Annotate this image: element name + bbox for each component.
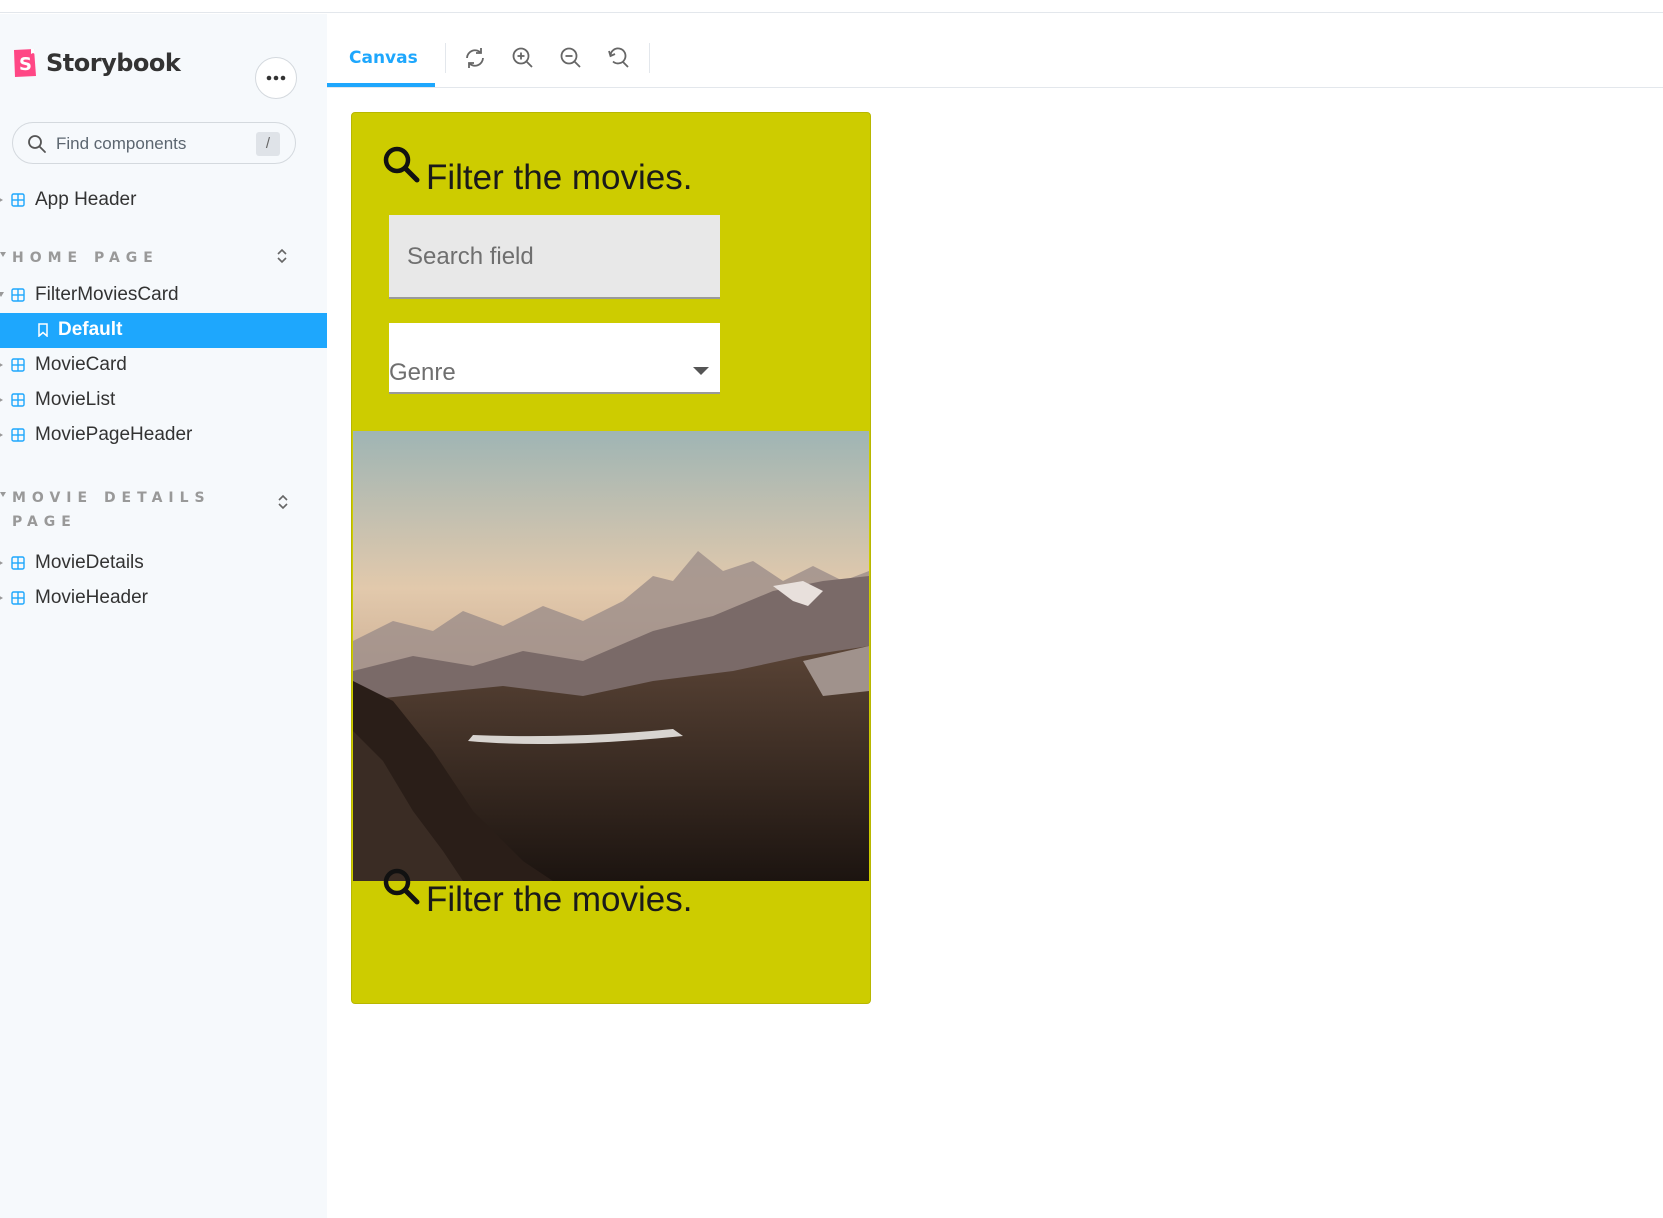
component-icon <box>11 193 25 207</box>
zoom-in-icon[interactable] <box>510 45 536 71</box>
search-placeholder: Find components <box>56 134 187 153</box>
section-heading-home-page[interactable]: HOME PAGE <box>12 246 159 270</box>
dropdown-arrow-icon <box>693 367 709 375</box>
tab-canvas[interactable]: Canvas <box>327 28 435 88</box>
search-icon <box>28 135 46 153</box>
storybook-logo-icon: S <box>14 49 36 77</box>
genre-select-label: Genre <box>389 359 456 386</box>
sidebar-story-default[interactable]: Default <box>0 313 327 348</box>
app-name: Storybook <box>46 49 181 77</box>
sidebar-item-label: FilterMoviesCard <box>35 284 179 305</box>
search-field[interactable]: Search field <box>389 215 720 299</box>
search-icon <box>383 146 420 183</box>
expand-collapse-icon[interactable] <box>276 492 290 512</box>
search-input[interactable]: Find components / <box>12 122 296 164</box>
sidebar: S Storybook Find components / App Header… <box>0 14 327 1218</box>
component-icon <box>11 591 25 605</box>
toolbar-divider <box>649 43 650 73</box>
sidebar-item-moviecard[interactable]: MovieCard <box>0 348 327 383</box>
sidebar-item-label: App Header <box>35 189 137 210</box>
search-icon <box>383 868 420 905</box>
caret-right-icon <box>0 198 3 202</box>
caret-down-icon <box>0 252 6 257</box>
sidebar-item-app-header[interactable]: App Header <box>0 183 327 218</box>
sidebar-item-label: MovieCard <box>35 354 127 375</box>
zoom-out-icon[interactable] <box>558 45 584 71</box>
search-shortcut-key: / <box>256 132 280 156</box>
caret-right-icon <box>0 561 3 565</box>
more-icon <box>266 75 286 81</box>
section-heading-movie-details-page[interactable]: MOVIE DETAILS PAGE <box>12 486 211 534</box>
genre-select[interactable]: Genre <box>389 323 720 394</box>
caret-right-icon <box>0 596 3 600</box>
sidebar-menu-button[interactable] <box>255 57 297 99</box>
component-icon <box>11 428 25 442</box>
storybook-brand[interactable]: S Storybook <box>12 47 181 79</box>
bookmark-icon <box>38 323 48 337</box>
caret-right-icon <box>0 363 3 367</box>
sidebar-item-label: MovieList <box>35 389 116 410</box>
sidebar-item-movieheader[interactable]: MovieHeader <box>0 581 327 616</box>
caret-down-icon <box>0 492 6 497</box>
section-heading-line: MOVIE DETAILS <box>12 490 211 506</box>
browser-top-edge <box>0 0 1663 13</box>
card-footer-heading: Filter the movies. <box>426 880 693 919</box>
tab-label: Canvas <box>349 48 418 68</box>
expand-collapse-icon[interactable] <box>275 246 289 266</box>
component-icon <box>11 288 25 302</box>
sidebar-item-label: MoviePageHeader <box>35 424 193 445</box>
active-tab-indicator <box>327 83 435 87</box>
component-icon <box>11 556 25 570</box>
reload-icon[interactable] <box>462 45 488 71</box>
search-field-placeholder: Search field <box>407 243 534 270</box>
preview-area: Canvas Filter the movies. Search field G… <box>327 28 1663 1218</box>
component-icon <box>11 393 25 407</box>
svg-text:S: S <box>19 54 32 75</box>
sidebar-item-moviepageheader[interactable]: MoviePageHeader <box>0 418 327 453</box>
section-heading-line: PAGE <box>12 514 77 530</box>
component-icon <box>11 358 25 372</box>
sidebar-item-moviedetails[interactable]: MovieDetails <box>0 546 327 581</box>
caret-right-icon <box>0 398 3 402</box>
preview-toolbar: Canvas <box>327 28 1663 88</box>
sidebar-item-filtermoviescard[interactable]: FilterMoviesCard <box>0 278 327 313</box>
zoom-reset-icon[interactable] <box>606 45 632 71</box>
caret-down-icon <box>0 292 4 297</box>
toolbar-divider <box>445 43 446 73</box>
sidebar-item-label: Default <box>58 319 123 340</box>
sidebar-item-label: MovieDetails <box>35 552 144 573</box>
filter-movies-card: Filter the movies. Search field Genre Fi… <box>351 112 871 1004</box>
card-heading: Filter the movies. <box>426 158 693 197</box>
sidebar-item-label: MovieHeader <box>35 587 148 608</box>
mountain-landscape-image <box>353 431 869 881</box>
sidebar-item-movielist[interactable]: MovieList <box>0 383 327 418</box>
caret-right-icon <box>0 433 3 437</box>
